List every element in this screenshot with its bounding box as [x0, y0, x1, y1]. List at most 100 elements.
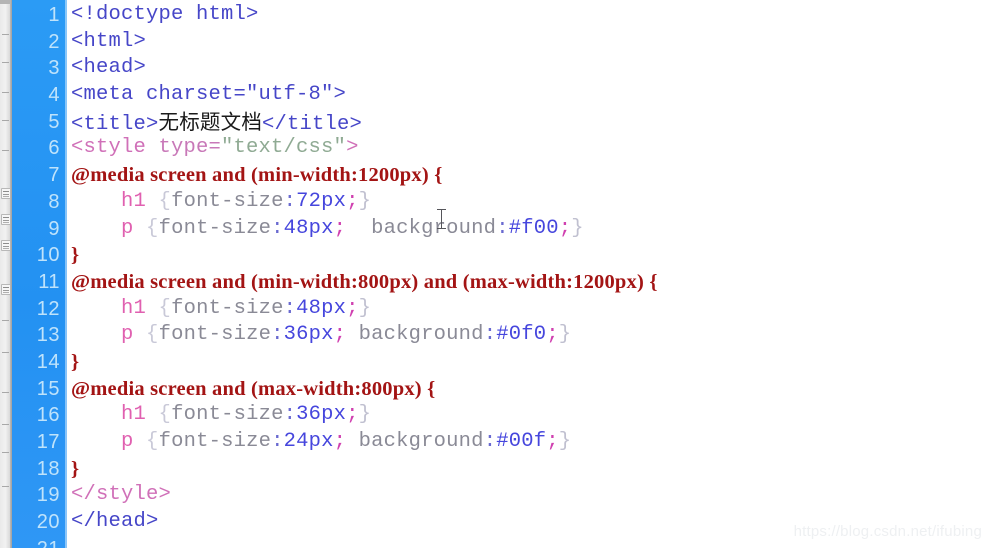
code-token-attr: type= [158, 136, 222, 160]
code-token-brace: { [146, 430, 159, 453]
code-token-prop: font-size [158, 216, 272, 240]
code-line[interactable]: @media screen and (min-width:1200px) { [71, 162, 994, 189]
line-number[interactable]: 13 [12, 322, 67, 349]
rail-tick [2, 452, 9, 453]
watermark-text: https://blog.csdn.net/ifubing [793, 523, 982, 540]
code-line[interactable]: </style> [71, 482, 994, 509]
code-line[interactable]: <style type="text/css"> [71, 135, 994, 162]
line-number[interactable]: 9 [12, 216, 67, 243]
rail-tick [2, 424, 9, 425]
line-number[interactable]: 6 [12, 135, 67, 162]
rail-tick [2, 62, 9, 63]
code-token-prop: background [358, 430, 484, 453]
rail-tick [2, 120, 9, 121]
line-number[interactable]: 2 [12, 29, 67, 56]
code-token-media: @media screen and (min-width:800px) and … [71, 270, 658, 293]
rail-tick [2, 34, 9, 35]
line-number[interactable]: 16 [12, 402, 67, 429]
code-line[interactable]: } [71, 349, 994, 376]
code-token-tag: <html> [71, 29, 147, 53]
line-number[interactable]: 3 [12, 55, 67, 82]
code-token-sel: h1 [121, 403, 147, 427]
line-number[interactable]: 5 [12, 109, 67, 136]
code-token-val: 48px [283, 216, 334, 240]
code-token-sel: p [121, 323, 134, 347]
line-number[interactable]: 14 [12, 349, 67, 376]
code-token-colon: : [496, 216, 509, 240]
code-token-colon: : [271, 323, 284, 347]
code-token-semi: ; [546, 323, 559, 347]
line-number-gutter[interactable]: 123456789101112131415161718192021 [12, 0, 67, 548]
code-token-val: 72px [296, 189, 347, 213]
code-token-styletag: > [346, 136, 359, 160]
line-number[interactable]: 17 [12, 429, 67, 456]
line-number[interactable]: 20 [12, 509, 67, 536]
line-number[interactable]: 21 [12, 536, 67, 548]
line-number[interactable]: 11 [12, 269, 67, 296]
line-number[interactable]: 12 [12, 296, 67, 323]
code-token-sel: p [121, 216, 134, 240]
line-number[interactable]: 4 [12, 82, 67, 109]
code-token-semi: ; [346, 189, 359, 213]
code-token-styletag: <style [71, 136, 159, 160]
code-line[interactable]: p {font-size:48px; background:#f00;} [71, 216, 994, 243]
line-number[interactable]: 18 [12, 456, 67, 483]
code-token-val: #0f0 [496, 323, 547, 347]
code-token-closebrace: } [558, 430, 572, 453]
code-token-sel: h1 [121, 296, 147, 320]
code-line[interactable]: @media screen and (max-width:800px) { [71, 376, 994, 403]
code-token-semi: ; [333, 216, 347, 240]
line-number[interactable]: 7 [12, 162, 67, 189]
code-token-val: #f00 [508, 216, 559, 240]
code-token-prop: font-size [171, 189, 284, 213]
code-token-tag: <meta charset="utf-8"> [71, 83, 347, 107]
code-line[interactable]: <head> [71, 55, 994, 82]
line-number[interactable]: 19 [12, 482, 67, 509]
code-token-closebrace: } [558, 323, 572, 347]
rail-tick [2, 150, 9, 151]
rail-tick [2, 92, 9, 93]
code-line[interactable]: <meta charset="utf-8"> [71, 82, 994, 109]
code-line[interactable]: p {font-size:24px; background:#00f;} [71, 429, 994, 456]
code-token-colon: : [283, 403, 297, 427]
code-token-sel: h1 [121, 189, 147, 213]
line-number[interactable]: 1 [12, 2, 67, 29]
code-line[interactable]: h1 {font-size:72px;} [71, 189, 994, 216]
code-line[interactable]: <html> [71, 29, 994, 56]
code-line[interactable]: <!doctype html> [71, 2, 994, 29]
code-token-prop: font-size [158, 323, 272, 347]
code-token-brace: { [158, 296, 172, 320]
code-token-closebrace: } [571, 216, 584, 240]
code-token-prop: font-size [171, 296, 284, 320]
code-token-semi: ; [346, 403, 359, 427]
code-token-semi: ; [558, 216, 572, 240]
code-line[interactable]: p {font-size:36px; background:#0f0;} [71, 322, 994, 349]
code-token-colon: : [283, 296, 297, 320]
code-token-colon: : [271, 216, 284, 240]
left-tool-rail[interactable] [0, 0, 12, 548]
code-line[interactable]: h1 {font-size:48px;} [71, 296, 994, 323]
code-token-tag: </title> [262, 112, 363, 136]
code-token-val: 48px [296, 296, 347, 320]
code-line[interactable]: h1 {font-size:36px;} [71, 402, 994, 429]
code-line[interactable]: @media screen and (min-width:800px) and … [71, 269, 994, 296]
code-content-area[interactable]: <!doctype html> <html> <head> <meta charset… [67, 0, 994, 548]
line-number[interactable]: 15 [12, 376, 67, 403]
code-line[interactable]: } [71, 456, 994, 483]
code-token-semi: ; [333, 323, 347, 347]
code-token-tag: <head> [71, 56, 147, 80]
line-number[interactable]: 10 [12, 242, 67, 269]
code-token-brace: { [158, 189, 172, 213]
code-line[interactable]: <title>无标题文档</title> [71, 109, 994, 136]
code-line[interactable]: } [71, 242, 994, 269]
line-number[interactable]: 8 [12, 189, 67, 216]
